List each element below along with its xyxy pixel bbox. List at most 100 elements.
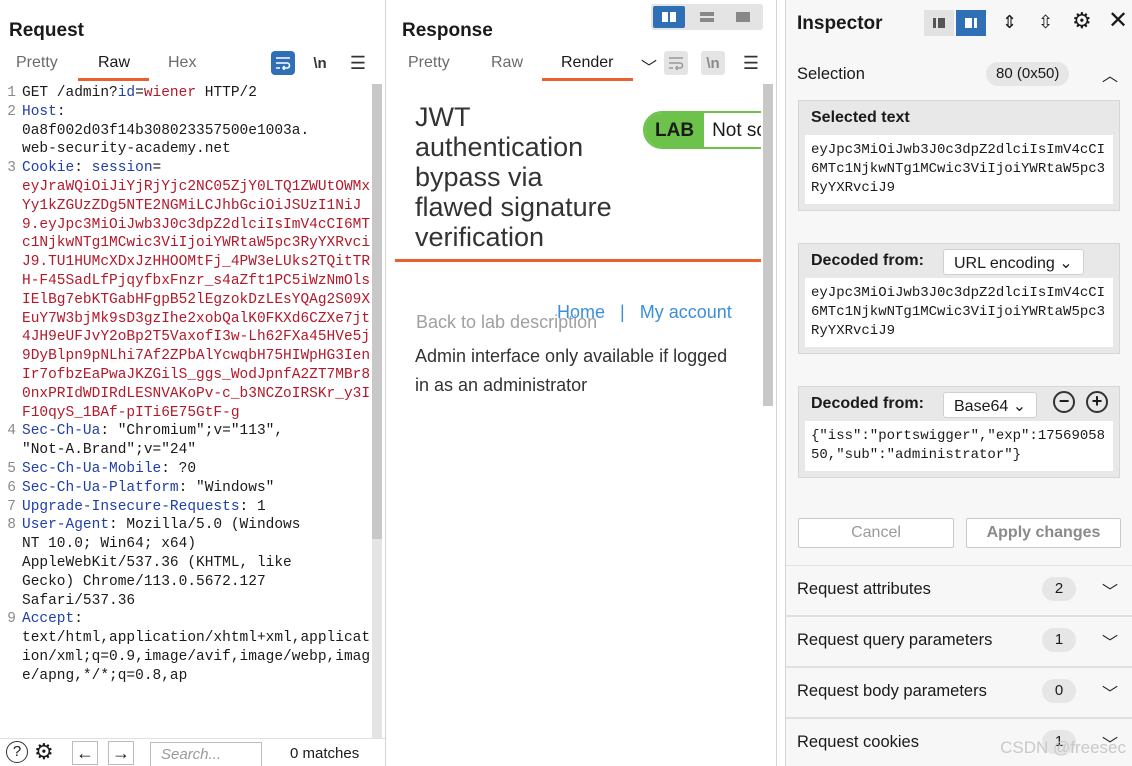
text-token: : ?0 — [161, 460, 197, 477]
line-content: Upgrade-Insecure-Requests: 1 — [22, 498, 372, 517]
line-content: Sec-Ch-Ua-Mobile: ?0 — [22, 460, 372, 479]
word-wrap-icon[interactable] — [664, 51, 688, 75]
selection-row[interactable]: Selection 80 (0x50) ︿ — [786, 52, 1132, 96]
chevron-down-icon[interactable]: ﹀ — [641, 54, 657, 78]
header-name: Sec-Ch-Ua-Platform — [22, 479, 179, 496]
code-line: 2 Host: 0a8f002d03f14b308023357500e1003a.… — [0, 103, 372, 159]
header-name: Upgrade-Insecure-Requests — [22, 498, 240, 515]
word-wrap-icon[interactable] — [271, 51, 295, 75]
inspector-title: Inspector — [797, 13, 883, 34]
my-account-link[interactable]: My account — [640, 302, 732, 322]
line-number: 2 — [7, 103, 16, 120]
decoded-from-label: Decoded from: — [811, 395, 924, 412]
admin-message: Admin interface only available if logged… — [415, 346, 728, 395]
help-icon[interactable]: ? — [6, 741, 28, 763]
section-label: Request query parameters — [797, 631, 993, 649]
section-label: Request attributes — [797, 580, 931, 598]
tab-render[interactable]: Render — [561, 54, 613, 78]
encoding-select[interactable]: URL encoding ⌄ — [943, 249, 1084, 275]
tab-pretty[interactable]: Pretty — [16, 54, 58, 78]
inspector-section-row[interactable]: Request attributes 2 ﹀ — [786, 565, 1132, 616]
text-token: : 1 — [239, 498, 266, 515]
panel-layout-icon[interactable] — [956, 10, 986, 36]
settings-icon[interactable]: ⚙ — [34, 739, 54, 765]
selected-text-card: Selected text eyJpc3MiOiJwb3J0c3dpZ2dlci… — [798, 100, 1120, 211]
text-token: = — [152, 160, 162, 177]
decoded-base64-value[interactable]: {"iss":"portswigger","exp":1756905850,"s… — [805, 421, 1113, 471]
section-label: Request body parameters — [797, 682, 987, 700]
chevron-up-icon[interactable]: ︿ — [1102, 62, 1118, 86]
response-scrollbar[interactable] — [763, 84, 773, 406]
newline-toggle-icon[interactable]: \n — [701, 51, 725, 75]
decoded-url-value[interactable]: eyJpc3MiOiJwb3J0c3dpZ2dlciIsImV4cCI6MTc1… — [805, 278, 1113, 347]
tabbed-layout-icon[interactable] — [727, 6, 759, 28]
previous-match-icon[interactable]: ← — [72, 741, 98, 765]
expand-all-icon[interactable]: ⇕ — [1002, 12, 1017, 33]
close-icon[interactable]: ✕ — [1108, 6, 1128, 35]
inspector-header: Inspector ⇕ ⇳ ⚙ ✕ — [786, 0, 1132, 48]
line-content: User-Agent: Mozilla/5.0 (Windows NT 10.0… — [22, 516, 372, 610]
rendered-page: JWT authentication bypass via flawed sig… — [389, 84, 761, 766]
response-scrollbar-thumb[interactable] — [763, 84, 773, 406]
line-content: Cookie: session= eyJraWQiOiJiYjRjYjc2NC0… — [22, 159, 372, 422]
inspector-section-row[interactable]: Request body parameters 0 ﹀ — [786, 667, 1132, 718]
menu-icon[interactable]: ☰ — [346, 51, 370, 75]
value-token: wiener — [143, 85, 197, 101]
line-number: 1 — [7, 85, 16, 101]
search-input[interactable]: Search... — [150, 742, 262, 766]
line-number: 8 — [7, 517, 16, 534]
request-editor[interactable]: 1 GET /admin?id=wiener HTTP/2 2 Host: 0a8f0… — [0, 84, 372, 686]
section-count-badge: 1 — [1042, 628, 1076, 652]
code-line: 9 Accept: text/html,application/xhtml+xml… — [0, 610, 372, 685]
cancel-button[interactable]: Cancel — [798, 518, 954, 548]
code-line: 3 Cookie: session= eyJraWQiOiJiYjRjYjc2NC… — [0, 159, 372, 422]
chevron-down-icon[interactable]: ﹀ — [1102, 578, 1118, 602]
tab-raw[interactable]: Raw — [98, 54, 130, 78]
menu-icon[interactable]: ☰ — [739, 51, 763, 75]
apply-changes-button[interactable]: Apply changes — [966, 518, 1121, 548]
text-token: : — [74, 160, 92, 177]
selected-text-label: Selected text — [811, 109, 910, 126]
code-line: 1 GET /admin?id=wiener HTTP/2 — [0, 84, 372, 103]
inspector-panel: Inspector ⇕ ⇳ ⚙ ✕ Selection 80 (0x50) ︿ … — [785, 0, 1132, 766]
tab-raw[interactable]: Raw — [491, 54, 523, 78]
code-line: 8 User-Agent: Mozilla/5.0 (Windows NT 10.… — [0, 516, 372, 610]
collapse-all-icon[interactable]: ⇳ — [1038, 12, 1053, 33]
chevron-down-icon[interactable]: ﹀ — [1102, 629, 1118, 653]
header-name: Cookie — [22, 160, 75, 177]
selected-text-value[interactable]: eyJpc3MiOiJwb3J0c3dpZ2dlciIsImV4cCI6MTc1… — [805, 135, 1113, 204]
line-number: 5 — [7, 460, 16, 477]
selection-label: Selection — [797, 65, 865, 83]
request-search-bar: ? ⚙ ← → Search... 0 matches — [0, 738, 385, 766]
newline-toggle-icon[interactable]: \n — [308, 51, 332, 75]
lab-label: LAB — [645, 113, 705, 147]
list-layout-icon[interactable] — [924, 10, 954, 36]
stacked-layout-icon[interactable] — [691, 6, 723, 28]
text-token: : text/html,application/xhtml+xml,applic… — [22, 611, 371, 684]
request-scrollbar-thumb[interactable] — [372, 84, 382, 539]
remove-decode-layer-icon[interactable]: − — [1053, 391, 1075, 413]
response-title: Response — [402, 20, 493, 41]
lab-heading: JWT authentication bypass via flawed sig… — [415, 102, 612, 252]
next-match-icon[interactable]: → — [108, 741, 134, 765]
active-tab-underline — [542, 78, 633, 81]
text-token: = — [135, 85, 144, 101]
code-line: 5 Sec-Ch-Ua-Mobile: ?0 — [0, 460, 372, 479]
header-name: Accept — [22, 611, 75, 628]
line-number: 6 — [7, 479, 16, 496]
lab-status: Not solved — [704, 113, 761, 147]
gear-icon[interactable]: ⚙ — [1072, 8, 1092, 34]
header-name: User-Agent — [22, 517, 110, 534]
side-by-side-layout-icon[interactable] — [653, 6, 685, 28]
tab-pretty[interactable]: Pretty — [408, 54, 450, 78]
code-line: 4 Sec-Ch-Ua: "Chromium";v="113", "Not-A.B… — [0, 422, 372, 460]
text-token: : "Windows" — [178, 479, 275, 496]
tab-hex[interactable]: Hex — [168, 54, 196, 78]
encoding-select[interactable]: Base64 ⌄ — [943, 392, 1038, 418]
inspector-section-row[interactable]: Request query parameters 1 ﹀ — [786, 616, 1132, 667]
top-nav: Home | My account — [557, 302, 732, 323]
add-decode-layer-icon[interactable]: + — [1086, 391, 1108, 413]
request-scrollbar[interactable] — [372, 84, 382, 738]
chevron-down-icon[interactable]: ﹀ — [1102, 680, 1118, 704]
home-link[interactable]: Home — [557, 302, 605, 322]
